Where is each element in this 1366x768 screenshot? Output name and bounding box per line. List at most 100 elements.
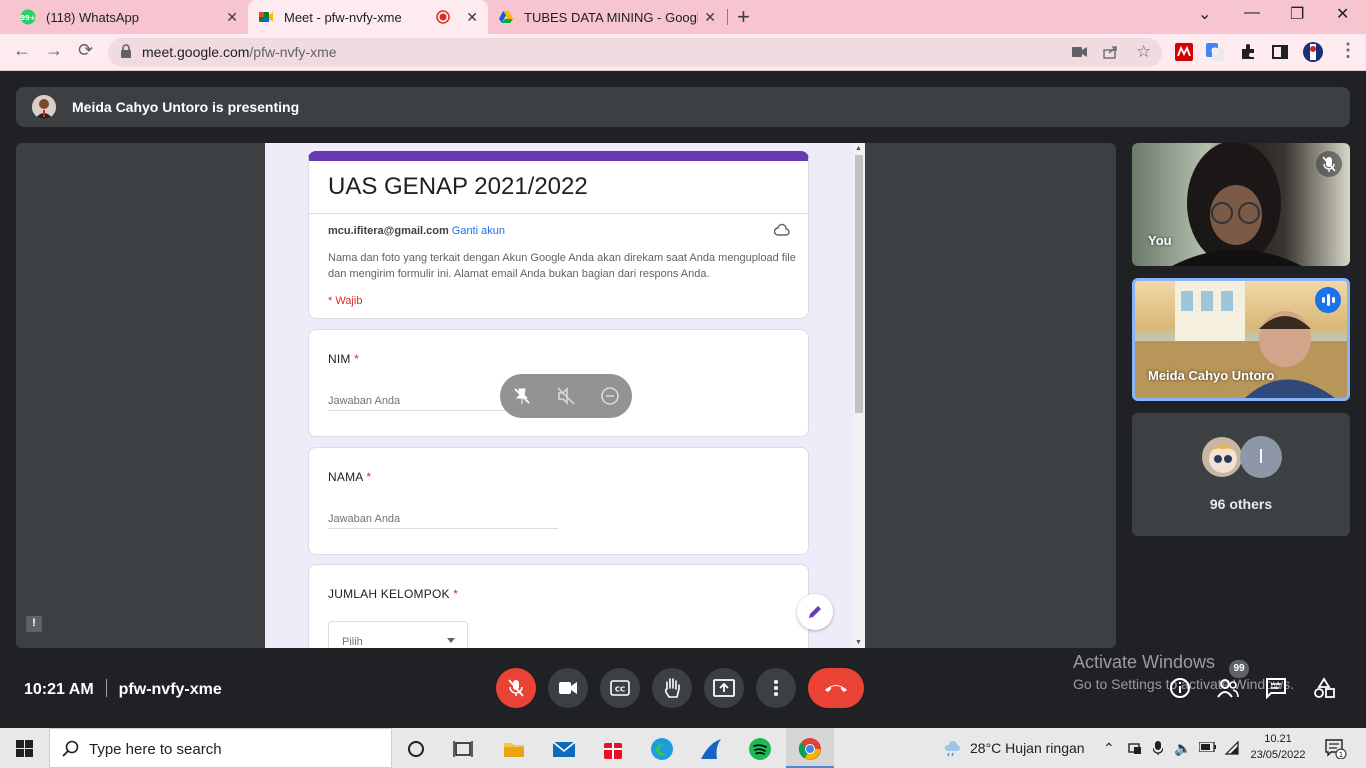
close-tab-icon[interactable]: ✕ (466, 9, 478, 26)
chat-icon[interactable] (1265, 677, 1287, 699)
windows-start-icon[interactable] (16, 740, 33, 757)
windows-taskbar: Type here to search 28°C Hujan ringan ⌃ … (0, 728, 1366, 768)
spotify-icon[interactable] (748, 737, 772, 761)
taskbar-search[interactable]: Type here to search (49, 728, 392, 768)
google-translate-icon[interactable]: G (1206, 43, 1224, 61)
address-bar[interactable]: meet.google.com/pfw-nvfy-xme ☆ (108, 38, 1162, 67)
people-icon[interactable] (1217, 677, 1239, 699)
url-domain: meet.google.com (142, 44, 250, 60)
microphone-icon[interactable] (1153, 740, 1163, 756)
tab-title: Meet - pfw-nvfy-xme (284, 9, 402, 25)
edge-icon[interactable] (650, 737, 674, 761)
file-explorer-icon[interactable] (502, 737, 526, 761)
edit-pencil-button[interactable] (797, 594, 833, 630)
kelompok-select[interactable]: Pilih (328, 621, 468, 648)
speaking-indicator-icon (1315, 287, 1341, 313)
tile-self[interactable]: You (1132, 143, 1350, 266)
tab-whatsapp[interactable]: 99+ (118) WhatsApp ✕ (10, 0, 248, 34)
email-text: mcu.ifitera@gmail.com (328, 225, 449, 237)
report-problem-icon[interactable]: ! (26, 616, 42, 632)
task-view-icon[interactable] (452, 737, 476, 761)
tile-presenter[interactable]: Meida Cahyo Untoro (1132, 278, 1350, 401)
meeting-details-icon[interactable] (1169, 677, 1191, 699)
chrome-menu-icon[interactable]: ⋮ (1339, 40, 1357, 61)
activities-icon[interactable] (1313, 677, 1335, 699)
close-tab-icon[interactable]: ✕ (226, 9, 238, 26)
tab-meet[interactable]: Meet - pfw-nvfy-xme ✕ (248, 0, 488, 34)
tab-drive[interactable]: TUBES DATA MINING - Google D ✕ (488, 0, 726, 34)
camera-toggle-button[interactable] (548, 668, 588, 708)
weather-icon[interactable] (942, 739, 962, 757)
cortana-icon[interactable] (404, 737, 428, 761)
raise-hand-button[interactable] (652, 668, 692, 708)
sharkfin-app-icon[interactable] (699, 737, 723, 761)
camera-icon (559, 682, 577, 694)
speaker-icon[interactable]: 🔈 (1174, 740, 1191, 757)
captions-icon: CC (610, 680, 630, 696)
tile-others[interactable]: I 96 others (1132, 413, 1350, 536)
required-note: * Wajib (328, 295, 363, 307)
minimize-button[interactable]: — (1244, 4, 1260, 22)
self-name: You (1148, 233, 1172, 248)
restore-button[interactable]: ❐ (1290, 4, 1304, 24)
form-scrollbar[interactable]: ▲ ▼ (853, 143, 865, 648)
reload-button[interactable]: ⟳ (78, 40, 93, 61)
new-tab-button[interactable]: + (737, 4, 750, 30)
mail-icon[interactable] (552, 737, 576, 761)
participant-initial-avatar: I (1240, 436, 1282, 478)
captions-button[interactable]: CC (600, 668, 640, 708)
gift-app-icon[interactable] (601, 737, 625, 761)
profile-avatar-icon[interactable] (1302, 41, 1324, 63)
show-hidden-icons-icon[interactable]: ⌃ (1103, 740, 1115, 757)
meet-area: Meida Cahyo Untoro is presenting UAS GEN… (0, 71, 1366, 728)
side-panel-icon[interactable] (1271, 43, 1289, 61)
extension-red-icon[interactable] (1175, 43, 1193, 61)
lock-icon (121, 44, 131, 58)
scroll-down-arrow-icon[interactable]: ▼ (855, 639, 862, 646)
leave-call-button[interactable] (808, 668, 864, 708)
question-label: JUMLAH KELOMPOK * (328, 587, 458, 601)
recording-icon (436, 10, 451, 24)
wifi-icon[interactable] (1224, 740, 1240, 756)
bookmark-star-icon[interactable]: ☆ (1136, 42, 1151, 62)
question-jumlah-kelompok: JUMLAH KELOMPOK * Pilih (308, 564, 809, 648)
label-text: NAMA (328, 470, 363, 484)
weather-text[interactable]: 28°C Hujan ringan (970, 740, 1085, 756)
present-screen-button[interactable] (704, 668, 744, 708)
url-path: /pfw-nvfy-xme (249, 44, 337, 60)
meet-in-use-icon[interactable] (1128, 741, 1142, 755)
meeting-time: 10:21 AM (24, 681, 94, 698)
raise-hand-icon (664, 678, 680, 698)
system-clock[interactable]: 10.21 23/05/2022 (1248, 731, 1308, 763)
unpin-icon[interactable] (512, 386, 532, 406)
battery-icon[interactable] (1199, 742, 1217, 752)
nama-answer-input[interactable]: Jawaban Anda (328, 513, 558, 529)
question-label: NIM * (328, 352, 359, 366)
back-button[interactable]: ← (13, 40, 31, 61)
camera-permission-icon[interactable] (1072, 46, 1088, 58)
svg-text:CC: CC (615, 686, 625, 694)
mic-toggle-button[interactable] (496, 668, 536, 708)
scrollbar-thumb[interactable] (855, 155, 863, 413)
url-text: meet.google.com/pfw-nvfy-xme (142, 44, 337, 60)
tab-search-chevron-icon[interactable]: ⌄ (1198, 4, 1211, 24)
presenting-text: Meida Cahyo Untoro is presenting (72, 99, 300, 115)
switch-account-link[interactable]: Ganti akun (452, 225, 505, 237)
notifications-icon[interactable]: 1 (1325, 739, 1347, 759)
watermark-line1: Activate Windows (1073, 652, 1216, 672)
close-window-button[interactable]: ✕ (1336, 4, 1349, 24)
share-icon[interactable] (1103, 45, 1119, 59)
mute-speaker-icon[interactable] (556, 386, 576, 406)
extensions-puzzle-icon[interactable] (1239, 43, 1257, 61)
more-options-button[interactable] (756, 668, 796, 708)
whatsapp-icon: 99+ (20, 9, 36, 25)
presenter-name: Meida Cahyo Untoro (1148, 368, 1275, 383)
remove-icon[interactable] (600, 386, 620, 406)
question-label: NAMA * (328, 470, 371, 484)
forward-button[interactable]: → (45, 40, 63, 61)
scroll-up-arrow-icon[interactable]: ▲ (855, 145, 862, 152)
search-placeholder: Type here to search (89, 741, 222, 758)
close-tab-icon[interactable]: ✕ (704, 9, 716, 26)
chrome-taskbar-active[interactable] (786, 728, 834, 768)
required-star: * (354, 352, 360, 366)
